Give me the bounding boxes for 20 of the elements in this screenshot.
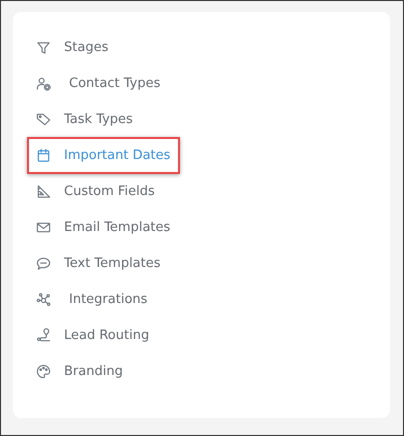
tag-icon — [36, 112, 51, 127]
sidebar-item[interactable]: Lead Routing — [27, 322, 160, 349]
filter-icon — [36, 40, 51, 55]
calendar-icon — [36, 148, 51, 163]
route-pin-icon — [36, 328, 51, 343]
sidebar-item[interactable]: Contact Types — [27, 70, 170, 97]
sidebar-item[interactable]: Important Dates — [27, 137, 180, 174]
sidebar-item[interactable]: Task Types — [27, 106, 143, 133]
sidebar-item[interactable]: Email Templates — [27, 214, 180, 241]
sidebar-item[interactable]: Integrations — [27, 286, 158, 313]
ruler-triangle-icon — [36, 184, 51, 199]
chat-bubble-icon — [36, 256, 51, 271]
network-nodes-icon — [36, 292, 51, 307]
sidebar-item[interactable]: Text Templates — [27, 250, 171, 277]
person-gear-icon — [36, 76, 51, 91]
envelope-icon — [36, 220, 51, 235]
palette-icon — [36, 364, 51, 379]
sidebar-item[interactable]: Stages — [27, 34, 118, 61]
sidebar-item[interactable]: Branding — [27, 358, 133, 385]
sidebar-item[interactable]: Custom Fields — [27, 178, 165, 205]
